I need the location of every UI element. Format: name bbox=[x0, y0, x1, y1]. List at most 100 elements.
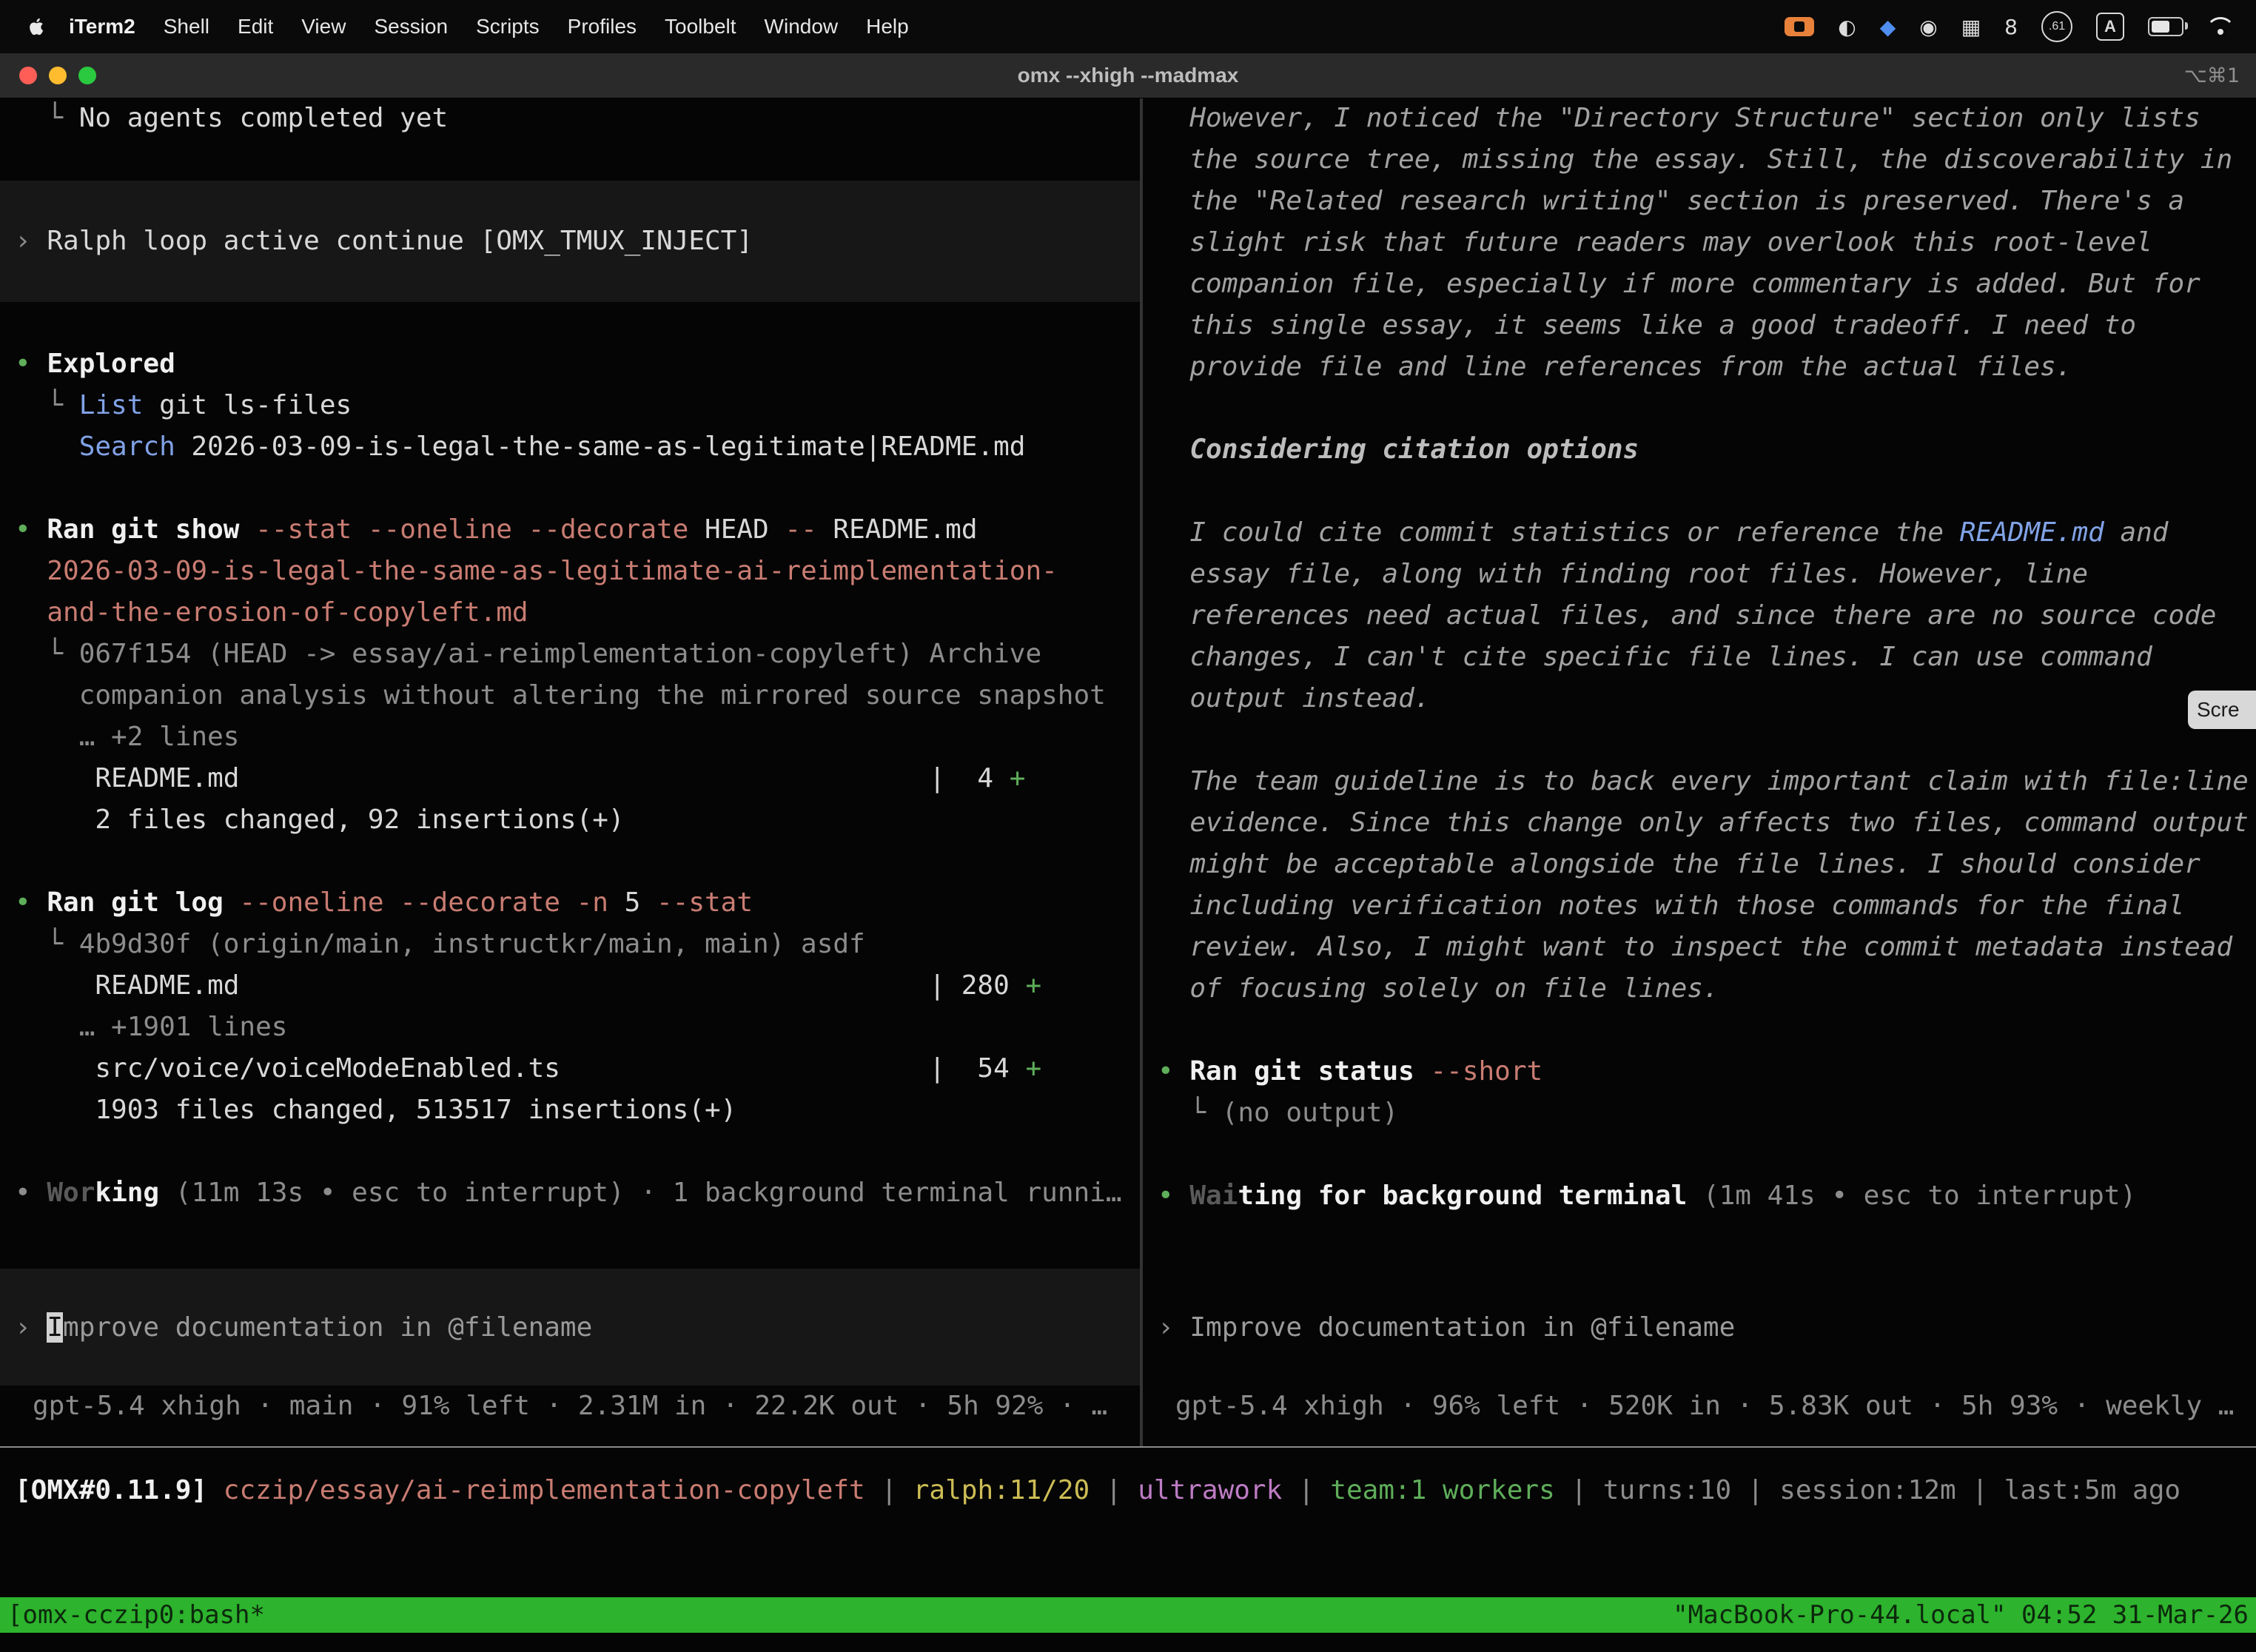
text-segment: • bbox=[15, 1178, 47, 1208]
ralph-inject-banner: › Ralph loop active continue [OMX_TMUX_I… bbox=[0, 181, 1140, 302]
right-model-status-line: gpt-5.4 xhigh · 96% left · 520K in · 5.8… bbox=[1143, 1386, 2256, 1427]
left-terminal-pane[interactable]: └ No agents completed yet › Ralph loop a… bbox=[0, 98, 1140, 1446]
terminal-line: Considering citation options bbox=[1143, 429, 2256, 471]
battery-icon[interactable] bbox=[2148, 17, 2183, 36]
menu-help[interactable]: Help bbox=[852, 15, 923, 38]
wifi-icon[interactable] bbox=[2207, 17, 2234, 36]
terminal-line: references need actual files, and since … bbox=[1143, 595, 2256, 637]
text-segment: session:12m bbox=[1779, 1475, 1955, 1505]
menu-session[interactable]: Session bbox=[360, 15, 462, 38]
text-segment: git log bbox=[111, 887, 239, 918]
terminal-line: README.md | 4 + bbox=[0, 758, 1140, 799]
text-segment: this single essay, it seems like a good … bbox=[1158, 310, 2136, 340]
text-cursor: I bbox=[47, 1312, 63, 1343]
terminal-line: … +2 lines bbox=[0, 716, 1140, 758]
text-segment: src/voice/voiceModeEnabled.ts | 54 bbox=[15, 1053, 1025, 1084]
text-segment: … +1901 lines bbox=[15, 1012, 287, 1042]
terminal-line: • Ran git status --short bbox=[1143, 1051, 2256, 1092]
text-segment: └ bbox=[15, 639, 79, 669]
terminal-line: Search 2026-03-09-is-legal-the-same-as-l… bbox=[0, 426, 1140, 468]
terminal-line: including verification notes with those … bbox=[1143, 885, 2256, 927]
terminal-line: might be acceptable alongside the file l… bbox=[1143, 844, 2256, 885]
text-segment: essay file, along with finding root file… bbox=[1158, 559, 2088, 589]
text-segment: README.md | 280 bbox=[15, 970, 1025, 1001]
menu-toolbelt[interactable]: Toolbelt bbox=[651, 15, 751, 38]
text-segment: references need actual files, and since … bbox=[1158, 600, 2216, 631]
text-segment: 2026-03-09-is-legal-the-same-as-legitima… bbox=[47, 556, 1057, 586]
tmux-host-clock-label: "MacBook-Pro-44.local" 04:52 31-Mar-26 bbox=[1673, 1600, 2249, 1630]
terminal-line: of focusing solely on file lines. bbox=[1143, 968, 2256, 1010]
right-terminal-pane[interactable]: However, I noticed the "Directory Struct… bbox=[1143, 98, 2256, 1446]
text-segment: … +2 lines bbox=[15, 722, 239, 752]
omx-status-line: [OMX#0.11.9] cczip/essay/ai-reimplementa… bbox=[0, 1470, 2256, 1511]
terminal-line: src/voice/voiceModeEnabled.ts | 54 + bbox=[0, 1048, 1140, 1089]
stats-icon[interactable]: 8 bbox=[2004, 15, 2018, 39]
terminal-line: changes, I can't cite specific file line… bbox=[1143, 637, 2256, 678]
text-segment: Explored bbox=[47, 349, 175, 379]
omx-status-bar: [OMX#0.11.9] cczip/essay/ai-reimplementa… bbox=[0, 1470, 2256, 1511]
menu-view[interactable]: View bbox=[287, 15, 360, 38]
screen-recording-indicator-icon[interactable] bbox=[1785, 17, 1814, 36]
text-segment: However, I noticed the "Directory Struct… bbox=[1158, 103, 2200, 133]
input-source-icon[interactable]: A bbox=[2096, 13, 2124, 41]
terminal-line: • Ran git log --oneline --decorate -n 5 … bbox=[0, 882, 1140, 924]
menu-shell[interactable]: Shell bbox=[150, 15, 224, 38]
password-manager-icon[interactable]: ◉ bbox=[1919, 15, 1937, 39]
text-segment: -- bbox=[785, 514, 833, 545]
shortcuts-icon[interactable]: ◆ bbox=[1880, 15, 1896, 39]
text-segment: companion file, especially if more comme… bbox=[1158, 269, 2200, 299]
text-segment: | bbox=[865, 1475, 913, 1505]
omx-status-line-wrap: [OMX#0.11.9] cczip/essay/ai-reimplementa… bbox=[0, 1470, 2256, 1511]
text-segment: • bbox=[15, 349, 47, 379]
text-segment: └ bbox=[1158, 1098, 1222, 1128]
text-segment: companion analysis without altering the … bbox=[15, 680, 1106, 711]
text-segment: --short bbox=[1430, 1056, 1542, 1087]
menu-bar: iTerm2ShellEditViewSessionScriptsProfile… bbox=[0, 0, 2256, 53]
text-segment: Ran bbox=[47, 514, 111, 545]
menu-edit[interactable]: Edit bbox=[224, 15, 287, 38]
text-segment: ultrawork bbox=[1138, 1475, 1282, 1505]
window-title: omx --xhigh --madmax bbox=[0, 64, 2256, 87]
text-segment: The team guideline is to back every impo… bbox=[1158, 766, 2249, 796]
prompt-input-right[interactable]: › Improve documentation in @filename bbox=[1143, 1269, 2256, 1386]
terminal-line: • Waiting for background terminal (1m 41… bbox=[1143, 1175, 2256, 1217]
zoom-window-button[interactable] bbox=[78, 67, 96, 84]
menu-iterm2[interactable]: iTerm2 bbox=[55, 15, 150, 38]
terminal-line bbox=[0, 302, 1140, 343]
text-segment bbox=[15, 432, 79, 462]
display-icon[interactable]: ◐ bbox=[1838, 15, 1856, 39]
text-segment: List bbox=[79, 390, 144, 420]
text-segment: --stat bbox=[657, 887, 753, 918]
text-segment: README.md bbox=[1960, 517, 2104, 548]
text-segment: + bbox=[1010, 763, 1026, 793]
minimize-window-button[interactable] bbox=[49, 67, 67, 84]
screenshot-edge-button[interactable]: Scre bbox=[2188, 691, 2256, 729]
text-segment: • bbox=[1158, 1056, 1189, 1087]
terminal-line bbox=[1143, 471, 2256, 512]
text-segment: └ bbox=[15, 929, 79, 959]
text-segment: --oneline --decorate -n bbox=[239, 887, 624, 918]
left-pane-scrollback: • Explored └ List git ls-files Search 20… bbox=[0, 302, 1140, 1214]
text-segment: of focusing solely on file lines. bbox=[1158, 973, 1719, 1004]
menu-bar-status-icons: ◐ ◆ ◉ ▦ 8 .61 A bbox=[1785, 11, 2234, 42]
input-text: Improve documentation in @filename bbox=[1189, 1312, 1735, 1343]
app-grid-icon[interactable]: ▦ bbox=[1961, 15, 1981, 39]
text-segment: --stat --oneline --decorate bbox=[255, 514, 705, 545]
terminal-line: companion analysis without altering the … bbox=[0, 675, 1140, 716]
text-segment: | bbox=[1956, 1475, 2004, 1505]
menu-profiles[interactable]: Profiles bbox=[554, 15, 651, 38]
close-window-button[interactable] bbox=[19, 67, 37, 84]
text-segment: HEAD bbox=[705, 514, 785, 545]
prompt-input-left[interactable]: › Improve documentation in @filename bbox=[0, 1269, 1140, 1386]
window-controls bbox=[19, 67, 96, 84]
left-pane-spacer bbox=[0, 1214, 1140, 1269]
battery-percentage-icon[interactable]: .61 bbox=[2041, 11, 2072, 42]
menu-scripts[interactable]: Scripts bbox=[462, 15, 554, 38]
right-pane-scrollback: However, I noticed the "Directory Struct… bbox=[1143, 98, 2256, 1217]
menu-window[interactable]: Window bbox=[751, 15, 853, 38]
apple-menu-icon[interactable] bbox=[25, 14, 47, 39]
text-segment: review. Also, I might want to inspect th… bbox=[1158, 932, 2232, 962]
window-title-bar[interactable]: omx --xhigh --madmax ⌥⌘1 bbox=[0, 53, 2256, 98]
pane-bottom-border bbox=[0, 1446, 2256, 1448]
terminal-line: evidence. Since this change only affects… bbox=[1143, 802, 2256, 844]
